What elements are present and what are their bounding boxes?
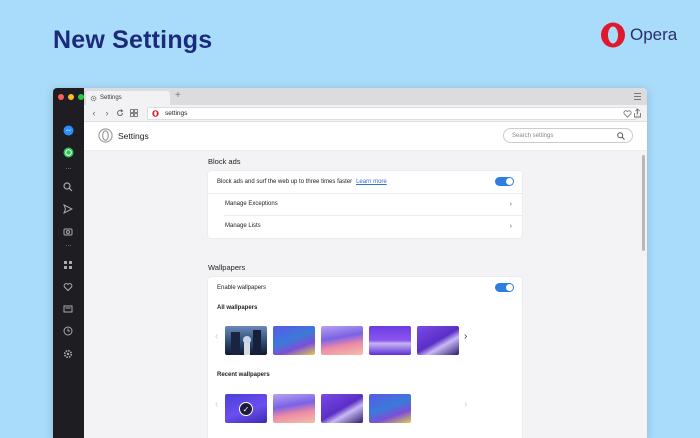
next-arrow-icon[interactable]: ›: [464, 331, 467, 342]
checkmark-icon: ✓: [239, 402, 253, 416]
learn-more-link[interactable]: Learn more: [356, 179, 387, 185]
manage-lists-row[interactable]: Manage Lists ›: [208, 215, 522, 237]
sidebar-divider: [66, 168, 71, 169]
block-ads-description: Block ads and surf the web up to three t…: [217, 179, 353, 185]
prev-arrow-icon[interactable]: ‹: [215, 331, 218, 342]
block-ads-toggle[interactable]: [495, 177, 514, 186]
news-icon[interactable]: [62, 303, 74, 315]
enable-wallpapers-label: Enable wallpapers: [217, 285, 267, 291]
search-settings-input[interactable]: Search settings: [503, 128, 633, 143]
headline: New Settings: [53, 26, 213, 54]
block-ads-row: Block ads and surf the web up to three t…: [208, 171, 522, 193]
wallpaper-art: [231, 330, 261, 355]
manage-lists-label: Manage Lists: [225, 223, 261, 229]
enable-wallpapers-toggle[interactable]: [495, 283, 514, 292]
wallpaper-thumbnail[interactable]: [369, 394, 411, 423]
tabs-grid-icon[interactable]: [129, 108, 139, 118]
sidebar-divider: [66, 245, 71, 246]
wallpaper-thumbnail-selected[interactable]: ✓: [225, 394, 267, 423]
settings-content: Block ads Block ads and surf the web up …: [84, 151, 647, 438]
section-title-block-ads: Block ads: [208, 157, 241, 166]
send-icon[interactable]: [62, 203, 74, 215]
settings-gear-icon[interactable]: [62, 348, 74, 360]
share-icon[interactable]: [633, 108, 642, 118]
whatsapp-icon[interactable]: [62, 146, 74, 158]
speed-dial-icon[interactable]: [62, 259, 74, 271]
scrollbar[interactable]: [642, 155, 645, 251]
reload-icon[interactable]: [115, 108, 125, 118]
page-title: Settings: [118, 131, 149, 141]
messenger-icon[interactable]: [62, 124, 74, 136]
back-button[interactable]: ‹: [89, 108, 99, 118]
manage-exceptions-row[interactable]: Manage Exceptions ›: [208, 193, 522, 215]
chevron-right-icon: ›: [509, 200, 512, 208]
opera-logo-text: Opera: [630, 25, 678, 44]
snapshot-icon[interactable]: [62, 181, 74, 193]
all-wallpapers-label: All wallpapers: [217, 305, 258, 311]
bookmark-heart-icon[interactable]: [623, 110, 632, 118]
camera-icon[interactable]: [62, 225, 74, 237]
wallpaper-thumbnail[interactable]: [273, 394, 315, 423]
forward-button[interactable]: ›: [102, 108, 112, 118]
wallpaper-thumbnail[interactable]: [369, 326, 411, 355]
settings-header: Settings Search settings: [84, 123, 647, 151]
new-tab-button[interactable]: +: [175, 90, 181, 101]
close-window-button[interactable]: [58, 94, 64, 100]
sidebar: [53, 88, 84, 438]
manage-exceptions-label: Manage Exceptions: [225, 201, 278, 207]
opera-logo: Opera: [600, 22, 677, 48]
window-controls: [58, 94, 84, 100]
url-text: settings: [165, 110, 188, 117]
enable-wallpapers-row: Enable wallpapers: [208, 277, 522, 299]
tab-menu-icon[interactable]: [634, 93, 641, 102]
chevron-right-icon: ›: [509, 222, 512, 230]
opera-icon: [152, 110, 159, 117]
search-placeholder: Search settings: [512, 132, 554, 139]
tab-title: Settings: [100, 95, 122, 101]
section-title-wallpapers: Wallpapers: [208, 263, 246, 272]
address-bar: ‹ › settings: [84, 105, 647, 122]
wallpapers-card: Enable wallpapers All wallpapers ‹ › Rec…: [208, 277, 522, 438]
wallpaper-thumbnail[interactable]: [225, 326, 267, 355]
wallpaper-thumbnail[interactable]: [417, 326, 459, 355]
heart-icon[interactable]: [62, 281, 74, 293]
browser-window: Settings + ‹ › settings Settings Search …: [53, 88, 647, 438]
gear-icon: [90, 95, 97, 101]
minimize-window-button[interactable]: [68, 94, 74, 100]
wallpaper-thumbnail[interactable]: [321, 394, 363, 423]
block-ads-card: Block ads and surf the web up to three t…: [208, 171, 522, 238]
history-icon[interactable]: [62, 325, 74, 337]
prev-arrow-icon[interactable]: ‹: [215, 399, 218, 410]
next-arrow-icon[interactable]: ›: [464, 399, 467, 410]
opera-settings-logo-icon: [98, 128, 113, 143]
wallpaper-thumbnail[interactable]: [321, 326, 363, 355]
tab-settings[interactable]: Settings: [86, 91, 170, 105]
recent-wallpapers-label: Recent wallpapers: [217, 372, 270, 378]
opera-logo-icon: [601, 22, 625, 48]
search-icon: [617, 132, 625, 140]
url-input[interactable]: settings: [147, 107, 637, 120]
tab-bar: Settings +: [84, 88, 647, 105]
wallpaper-thumbnail[interactable]: [273, 326, 315, 355]
